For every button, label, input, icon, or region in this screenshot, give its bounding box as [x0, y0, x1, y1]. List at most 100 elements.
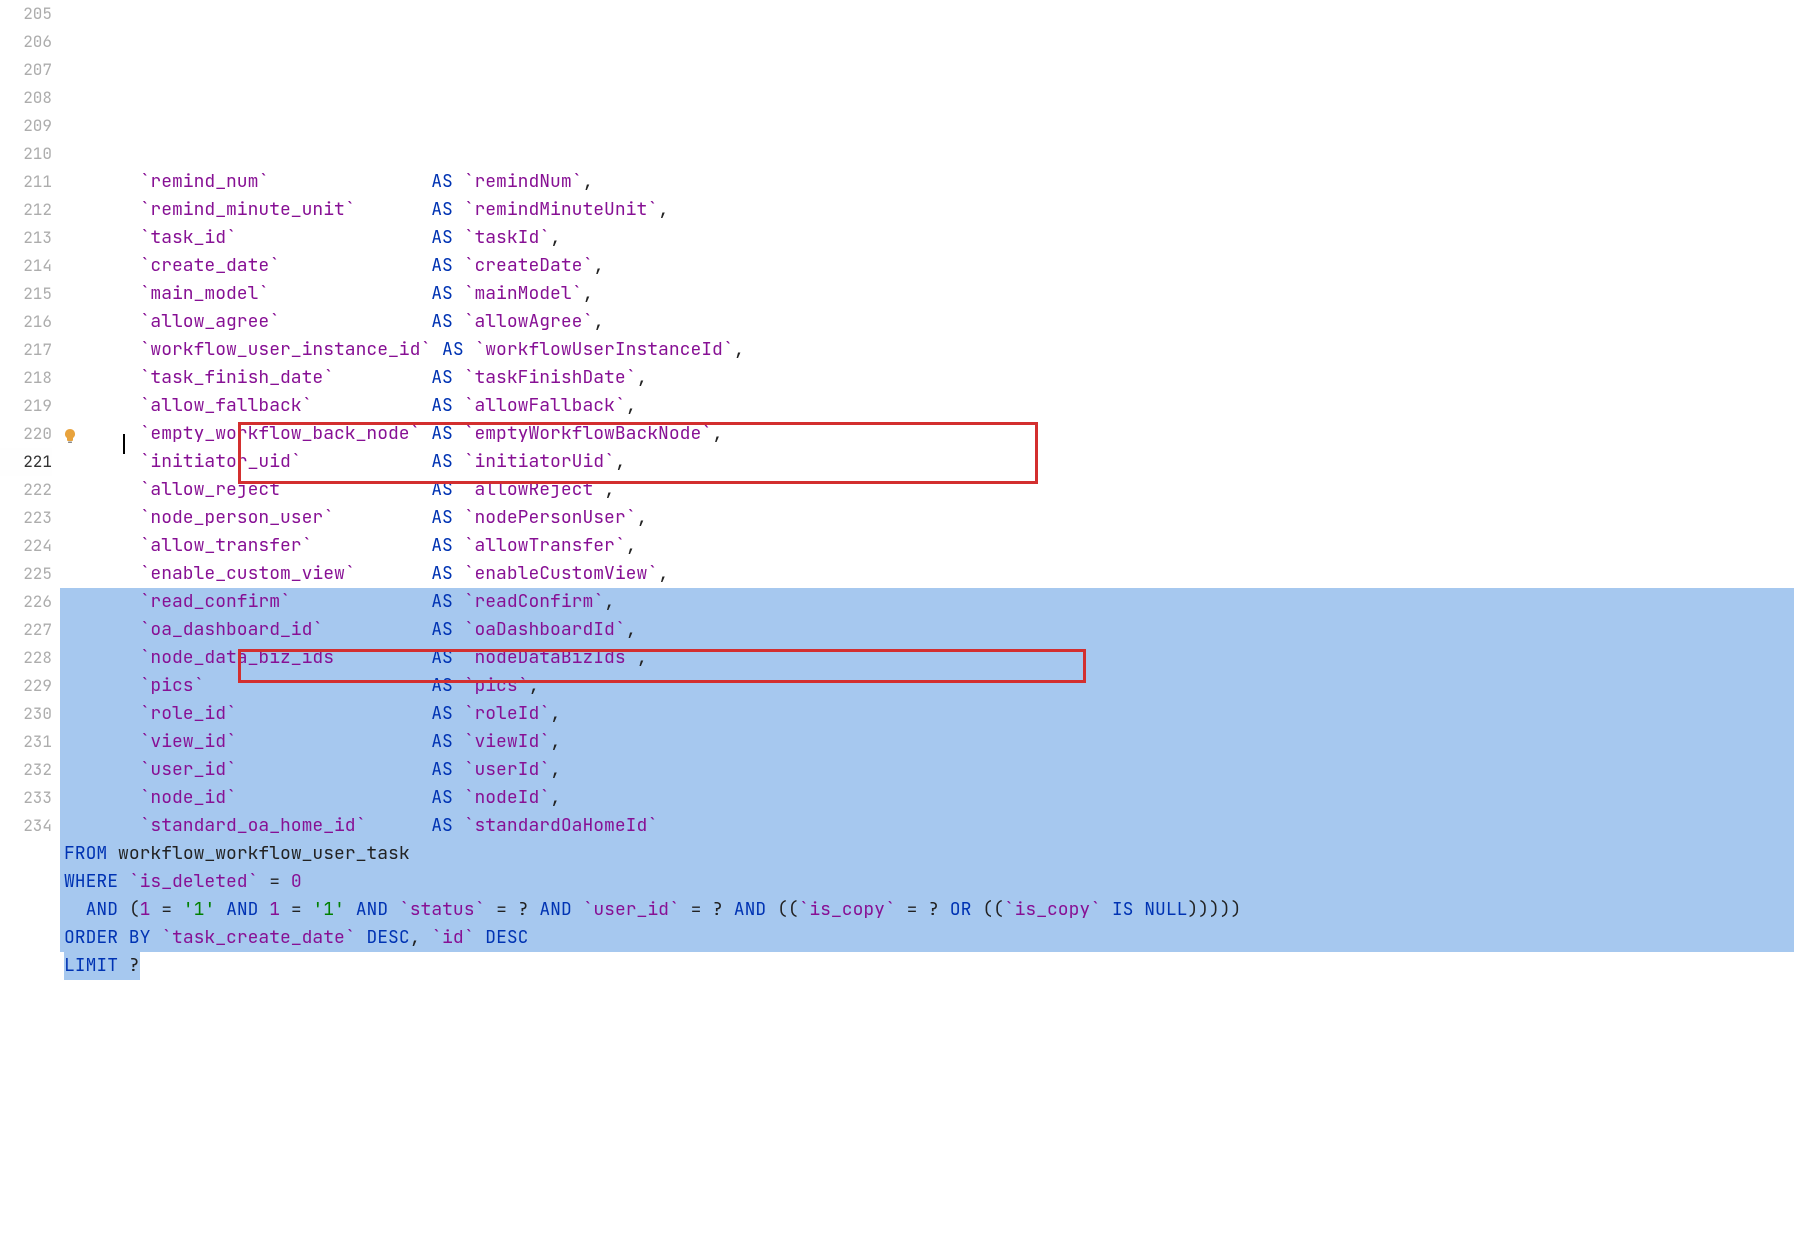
- sql-column: `node_data_biz_ids`: [140, 646, 345, 669]
- code-area[interactable]: `remind_num` AS `remindNum`, `remind_min…: [60, 0, 1794, 1254]
- code-line[interactable]: `allow_fallback` AS `allowFallback`,: [60, 392, 1794, 420]
- sql-alias: `remindNum`: [464, 170, 583, 193]
- line-number: 230: [0, 700, 52, 728]
- code-line[interactable]: `allow_transfer` AS `allowTransfer`,: [60, 532, 1794, 560]
- line-number: 216: [0, 308, 52, 336]
- line-number: 206: [0, 28, 52, 56]
- code-line[interactable]: AND (1 = '1' AND 1 = '1' AND `status` = …: [60, 896, 1794, 924]
- code-line[interactable]: LIMIT ?: [60, 952, 1794, 980]
- sql-keyword-as: AS: [431, 730, 453, 753]
- code-editor[interactable]: 2052062072082092102112122132142152162172…: [0, 0, 1794, 1254]
- sql-keyword-limit: LIMIT: [64, 954, 118, 977]
- code-line[interactable]: `create_date` AS `createDate`,: [60, 252, 1794, 280]
- sql-keyword-as: AS: [431, 786, 453, 809]
- code-line[interactable]: FROM workflow_workflow_user_task: [60, 840, 1794, 868]
- sql-keyword-as: AS: [431, 198, 453, 221]
- code-line[interactable]: `workflow_user_instance_id` AS `workflow…: [60, 336, 1794, 364]
- line-number: 226: [0, 588, 52, 616]
- sql-alias: `roleId`: [464, 702, 550, 725]
- code-line[interactable]: `view_id` AS `viewId`,: [60, 728, 1794, 756]
- code-line[interactable]: `pics` AS `pics`,: [60, 672, 1794, 700]
- code-line[interactable]: `task_id` AS `taskId`,: [60, 224, 1794, 252]
- code-line[interactable]: ORDER BY `task_create_date` DESC, `id` D…: [60, 924, 1794, 952]
- code-line[interactable]: `standard_oa_home_id` AS `standardOaHome…: [60, 812, 1794, 840]
- code-line[interactable]: `enable_custom_view` AS `enableCustomVie…: [60, 560, 1794, 588]
- sql-column: `allow_agree`: [140, 310, 280, 333]
- sql-keyword-as: AS: [431, 282, 453, 305]
- sql-alias: `nodePersonUser`: [464, 506, 637, 529]
- sql-alias: `initiatorUid`: [464, 450, 615, 473]
- sql-keyword-as: AS: [431, 702, 453, 725]
- code-line[interactable]: [60, 140, 1794, 168]
- sql-column: `pics`: [140, 674, 205, 697]
- sql-keyword-as: AS: [431, 618, 453, 641]
- sql-column: `empty_workflow_back_node`: [140, 422, 421, 445]
- line-number: 207: [0, 56, 52, 84]
- sql-keyword-as: AS: [431, 758, 453, 781]
- sql-keyword-as: AS: [431, 422, 453, 445]
- line-number: 223: [0, 504, 52, 532]
- sql-keyword-as: AS: [431, 534, 453, 557]
- sql-alias: `standardOaHomeId`: [464, 814, 658, 837]
- code-line[interactable]: `role_id` AS `roleId`,: [60, 700, 1794, 728]
- sql-keyword-as: AS: [431, 674, 453, 697]
- line-number: 220: [0, 420, 52, 448]
- sql-alias: `workflowUserInstanceId`: [474, 338, 733, 361]
- sql-column: `main_model`: [140, 282, 270, 305]
- sql-column: `remind_num`: [140, 170, 270, 193]
- sql-alias: `taskId`: [464, 226, 550, 249]
- code-line[interactable]: `node_id` AS `nodeId`,: [60, 784, 1794, 812]
- line-number: 212: [0, 196, 52, 224]
- code-line[interactable]: `remind_minute_unit` AS `remindMinuteUni…: [60, 196, 1794, 224]
- sql-alias: `taskFinishDate`: [464, 366, 637, 389]
- line-number: 210: [0, 140, 52, 168]
- sql-alias: `remindMinuteUnit`: [464, 198, 658, 221]
- code-line[interactable]: `node_data_biz_ids` AS `nodeDataBizIds`,: [60, 644, 1794, 672]
- sql-keyword-from: FROM: [64, 842, 107, 865]
- sql-alias: `createDate`: [464, 254, 594, 277]
- line-number: 205: [0, 0, 52, 28]
- code-line[interactable]: `empty_workflow_back_node` AS `emptyWork…: [60, 420, 1794, 448]
- sql-column: `allow_transfer`: [140, 534, 313, 557]
- sql-keyword-as: AS: [431, 366, 453, 389]
- line-number: 213: [0, 224, 52, 252]
- sql-alias: `allowTransfer`: [464, 534, 626, 557]
- code-line[interactable]: `main_model` AS `mainModel`,: [60, 280, 1794, 308]
- sql-column: `enable_custom_view`: [140, 562, 356, 585]
- sql-column: `user_id`: [140, 758, 237, 781]
- sql-column: `node_person_user`: [140, 506, 334, 529]
- sql-keyword-as: AS: [431, 590, 453, 613]
- line-number: 217: [0, 336, 52, 364]
- line-number: 215: [0, 280, 52, 308]
- code-line[interactable]: `remind_num` AS `remindNum`,: [60, 168, 1794, 196]
- sql-column: `remind_minute_unit`: [140, 198, 356, 221]
- code-line[interactable]: `read_confirm` AS `readConfirm`,: [60, 588, 1794, 616]
- sql-keyword-as: AS: [431, 814, 453, 837]
- sql-table: workflow_workflow_user_task: [118, 842, 410, 865]
- code-line[interactable]: `user_id` AS `userId`,: [60, 756, 1794, 784]
- sql-column: `node_id`: [140, 786, 237, 809]
- code-line[interactable]: WHERE `is_deleted` = 0: [60, 868, 1794, 896]
- sql-alias: `allowReject`: [464, 478, 604, 501]
- line-number: 221: [0, 448, 52, 476]
- code-line[interactable]: `allow_agree` AS `allowAgree`,: [60, 308, 1794, 336]
- sql-column: `allow_reject`: [140, 478, 291, 501]
- line-number: 227: [0, 616, 52, 644]
- line-number: 228: [0, 644, 52, 672]
- code-line[interactable]: `node_person_user` AS `nodePersonUser`,: [60, 504, 1794, 532]
- sql-alias: `mainModel`: [464, 282, 583, 305]
- sql-keyword-where: WHERE: [64, 870, 118, 893]
- line-number: 231: [0, 728, 52, 756]
- code-line[interactable]: `initiator_uid` AS `initiatorUid`,: [60, 448, 1794, 476]
- line-number: 234: [0, 812, 52, 840]
- sql-keyword-as: AS: [431, 170, 453, 193]
- code-line[interactable]: `task_finish_date` AS `taskFinishDate`,: [60, 364, 1794, 392]
- code-line[interactable]: `allow_reject` AS `allowReject`,: [60, 476, 1794, 504]
- code-line[interactable]: `oa_dashboard_id` AS `oaDashboardId`,: [60, 616, 1794, 644]
- line-number: 222: [0, 476, 52, 504]
- sql-alias: `pics`: [464, 674, 529, 697]
- sql-column: `view_id`: [140, 730, 237, 753]
- sql-column: `task_finish_date`: [140, 366, 334, 389]
- sql-keyword-as: AS: [431, 646, 453, 669]
- line-number: 218: [0, 364, 52, 392]
